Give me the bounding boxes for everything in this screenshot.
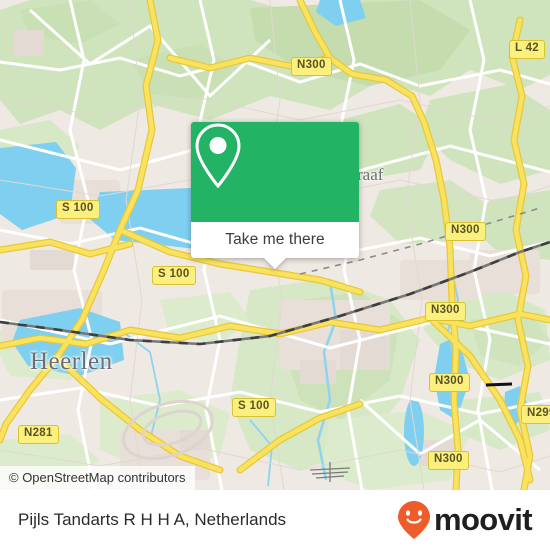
map-attribution[interactable]: © OpenStreetMap contributors: [0, 466, 195, 490]
popup-pointer-tail: [264, 258, 286, 269]
road-shield-n300-north[interactable]: N300: [291, 57, 332, 76]
location-title: Pijls Tandarts R H H A, Netherlands: [18, 510, 287, 529]
popup-header: [191, 122, 359, 222]
moovit-wordmark: moovit: [433, 502, 533, 537]
popup-action-row[interactable]: Take me there: [191, 222, 359, 258]
road-shield-s100-center[interactable]: S 100: [152, 266, 196, 285]
road-shield-n300-bottom[interactable]: N300: [428, 451, 469, 470]
place-label-heerlen: Heerlen: [30, 348, 113, 375]
moovit-logo[interactable]: moovit: [397, 500, 533, 540]
moovit-smiley-pin-icon: [397, 501, 430, 539]
road-shield-s100-west[interactable]: S 100: [56, 200, 100, 219]
page-footer: Pijls Tandarts R H H A, Netherlands moov…: [0, 490, 550, 550]
road-shield-n300-middle[interactable]: N300: [425, 302, 466, 321]
road-shield-n281[interactable]: N281: [18, 425, 59, 444]
map-page: Heerlen raaf N300 L 42 S 100 N300 S 100 …: [0, 0, 550, 550]
road-shield-n300-east[interactable]: N300: [445, 222, 486, 241]
map-pin-icon: [195, 123, 241, 189]
tunnel-segment: [485, 382, 513, 387]
road-shield-l42[interactable]: L 42: [509, 40, 546, 59]
map-canvas[interactable]: Heerlen raaf N300 L 42 S 100 N300 S 100 …: [0, 0, 550, 490]
take-me-there-label: Take me there: [225, 231, 325, 248]
place-label-raaf: raaf: [357, 165, 384, 184]
road-shield-n299[interactable]: N299: [521, 405, 550, 424]
location-popup[interactable]: Take me there: [191, 122, 359, 269]
road-shield-n300-south[interactable]: N300: [429, 373, 470, 392]
road-shield-s100-south[interactable]: S 100: [232, 398, 276, 417]
